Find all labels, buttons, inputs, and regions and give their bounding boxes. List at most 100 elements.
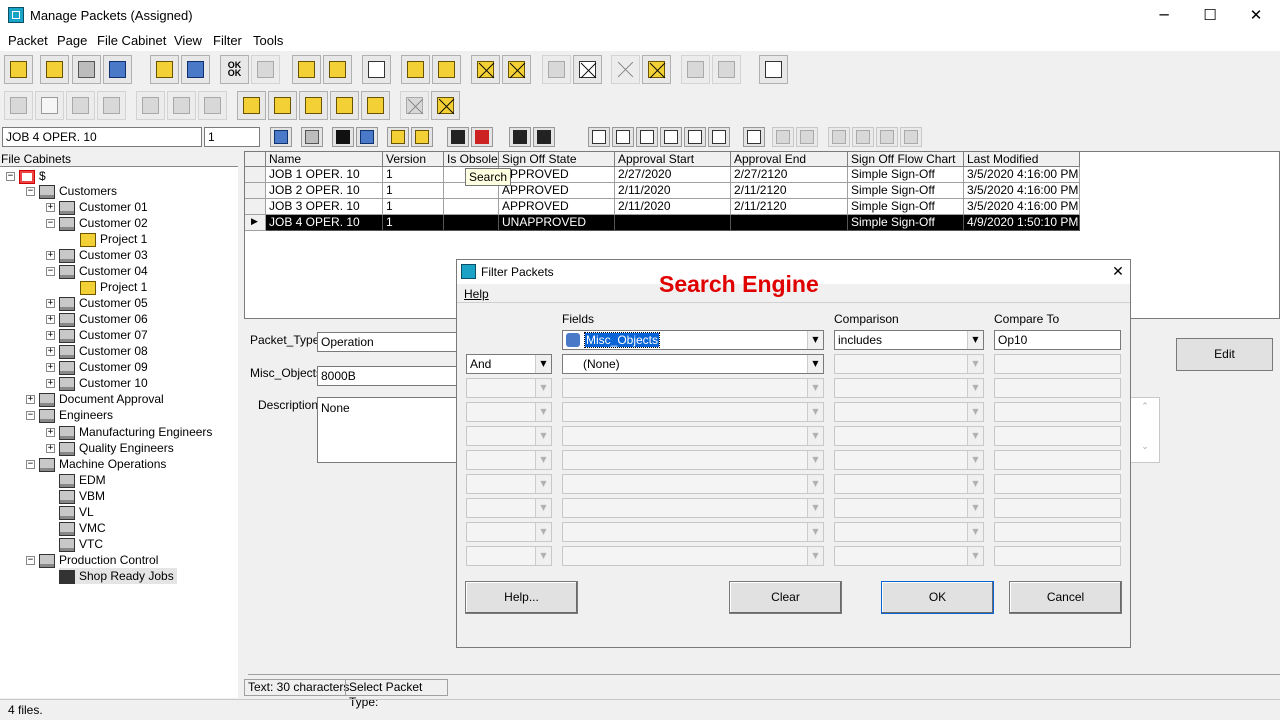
expand-icon[interactable]: + [46,251,55,261]
new-packet-button[interactable] [40,55,69,84]
paste-button[interactable] [432,55,461,84]
tree-node-engineers[interactable]: − Engineers [26,407,113,423]
tree-node-machine-operations[interactable]: − Machine Operations [26,456,166,472]
tool-l-button[interactable] [828,127,850,147]
tree-node-quality-engineers[interactable]: + Quality Engineers [46,440,174,456]
help-button[interactable]: Help... [465,581,578,614]
page-view-button[interactable] [72,55,101,84]
tree-node-project-1[interactable]: Project 1 [80,279,147,295]
black-page-button[interactable] [332,127,354,147]
open-packet-button[interactable] [4,55,33,84]
blue-page-button[interactable] [356,127,378,147]
view-abc-button[interactable] [660,127,682,147]
scroll-down-icon[interactable]: ⌄ [1131,442,1159,452]
expand-icon[interactable]: + [46,299,55,309]
cell-sign-off-state[interactable]: APPROVED [499,183,615,199]
cell-version[interactable]: 1 [383,183,444,199]
connector-select[interactable]: ▼ [466,450,552,470]
tree-node-customer-03[interactable]: + Customer 03 [46,247,148,263]
properties-button[interactable] [759,55,788,84]
column-header-version[interactable]: Version [383,152,444,167]
tree-node-customer-10[interactable]: + Customer 10 [46,375,148,391]
field-select[interactable]: ▼ [562,426,824,446]
cabinet-button[interactable] [301,127,323,147]
view-tree-button[interactable] [588,127,610,147]
cell-approval-end[interactable] [731,215,848,231]
tree-node-edm[interactable]: EDM [59,472,106,488]
expand-icon[interactable]: + [46,444,55,454]
search-prev-button[interactable] [509,127,531,147]
comparison-select[interactable]: ▼ [834,378,984,398]
chevron-down-icon[interactable]: ▼ [807,331,823,349]
cell-sign-off-state[interactable]: APPROVED [499,167,615,183]
expand-icon[interactable]: + [46,315,55,325]
expand-icon[interactable]: + [46,428,55,438]
menu-page[interactable]: Page [57,33,87,48]
tree-node-shop-ready-jobs[interactable]: Shop Ready Jobs [59,568,177,584]
delete-page-button[interactable] [573,55,602,84]
tree-node-manufacturing-engineers[interactable]: + Manufacturing Engineers [46,424,212,440]
cell-version[interactable]: 1 [383,199,444,215]
delete-packet-button[interactable] [642,55,671,84]
tool-m-button[interactable] [852,127,874,147]
view-grid-button[interactable] [612,127,634,147]
tree-node-customers[interactable]: − Customers [26,183,117,199]
cell-name[interactable]: JOB 3 OPER. 10 [266,199,383,215]
expand-icon[interactable]: + [46,379,55,389]
print-button[interactable] [181,55,210,84]
expand-icon[interactable]: + [26,395,35,405]
compare-to-input[interactable] [994,522,1121,542]
remove-all-button[interactable] [502,55,531,84]
collapse-icon[interactable]: − [26,556,35,566]
file-cabinet-tree[interactable]: − $ − Customers + Customer 01 − Customer 02 … [0,166,238,698]
cell-name[interactable]: JOB 4 OPER. 10 [266,215,383,231]
tree-node-vmc[interactable]: VMC [59,520,106,536]
cancel-button[interactable]: Cancel [1009,581,1122,614]
tool-g-button[interactable] [198,91,227,120]
cell-sign-off-state[interactable]: APPROVED [499,199,615,215]
tree-node-vl[interactable]: VL [59,504,94,520]
binoculars-button[interactable] [447,127,469,147]
scan-button[interactable] [251,55,280,84]
connector-select[interactable]: ▼ [466,402,552,422]
cell-is-obsolete[interactable] [444,215,499,231]
import-button[interactable] [292,55,321,84]
cell-version[interactable]: 1 [383,167,444,183]
cell-name[interactable]: JOB 1 OPER. 10 [266,167,383,183]
comparison-select-2[interactable]: ▼ [834,354,984,374]
minimize-button[interactable]: ─ [1141,0,1187,31]
row-header[interactable] [245,167,266,183]
field-select-1[interactable]: Misc_Objects ▼ [562,330,824,350]
comparison-select-1[interactable]: includes ▼ [834,330,984,350]
tree-node-vbm[interactable]: VBM [59,488,105,504]
copies-button[interactable] [411,127,433,147]
misc-objects-field[interactable]: 8000B [317,366,459,386]
tool-h-button[interactable] [400,91,429,120]
ok-ok-button[interactable]: OK OK [220,55,249,84]
tree-node-production-control[interactable]: − Production Control [26,552,158,568]
move-button[interactable] [542,55,571,84]
export-button[interactable] [323,55,352,84]
thumbnails-button[interactable] [103,55,132,84]
tree-node-customer-06[interactable]: + Customer 06 [46,311,148,327]
tree-node-project-1[interactable]: Project 1 [80,231,147,247]
tree-node-vtc[interactable]: VTC [59,536,103,552]
cell-last-modified[interactable]: 3/5/2020 4:16:00 PM [964,183,1080,199]
tool-n-button[interactable] [876,127,898,147]
cell-last-modified[interactable]: 4/9/2020 1:50:10 PM [964,215,1080,231]
compare-to-input[interactable] [994,450,1121,470]
users-button[interactable] [387,127,409,147]
comparison-select[interactable]: ▼ [834,498,984,518]
tool-f-button[interactable] [167,91,196,120]
page-number-field[interactable]: 1 [204,127,260,147]
tree-node-document-approval[interactable]: + Document Approval [26,391,164,407]
tray-2-button[interactable] [268,91,297,120]
connector-select-2[interactable]: And ▼ [466,354,552,374]
field-select[interactable]: ▼ [562,522,824,542]
comparison-select[interactable]: ▼ [834,402,984,422]
clipboard-button[interactable] [401,55,430,84]
cell-version[interactable]: 1 [383,215,444,231]
sort-button[interactable] [636,127,658,147]
tree-node-customer-01[interactable]: + Customer 01 [46,199,148,215]
menu-filter[interactable]: Filter [213,33,242,48]
